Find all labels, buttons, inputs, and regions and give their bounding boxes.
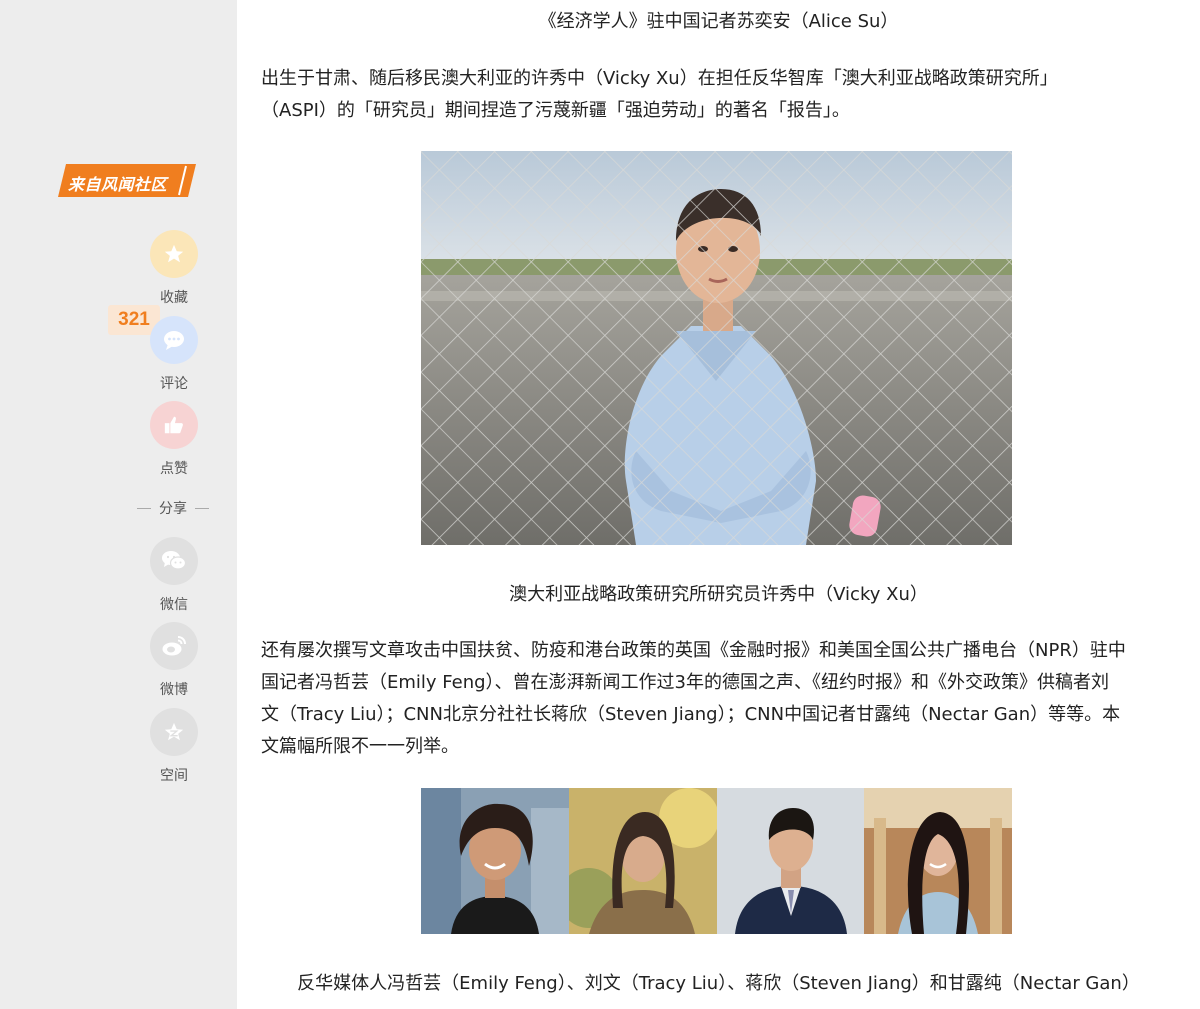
portrait-emily-feng (421, 788, 569, 934)
like-button[interactable]: 点赞 (150, 401, 198, 477)
share-wechat-button[interactable]: 微信 (150, 537, 198, 613)
thumbs-up-icon (164, 416, 183, 434)
paragraph-2-line-2: 国记者冯哲芸（Emily Feng）、曾在澎湃新闻工作过3年的德国之声、《纽约时… (261, 672, 1110, 693)
like-label: 点赞 (160, 461, 188, 477)
paragraph-2-line-1: 还有屡次撰写文章攻击中国扶贫、防疫和港台政策的英国《金融时报》和美国全国公共广播… (261, 640, 1126, 661)
source-tag[interactable]: 来自风闻社区 (58, 164, 196, 197)
wechat-circle (150, 537, 198, 585)
qzone-icon (164, 722, 184, 741)
comment-label: 评论 (160, 376, 188, 392)
portrait-nectar-gan (864, 788, 1012, 934)
caption-alice-su: 《经济学人》驻中国记者苏奕安（Alice Su） (538, 11, 899, 32)
like-circle (150, 401, 198, 449)
star-icon (164, 244, 184, 263)
comment-icon (164, 331, 184, 350)
paragraph-1-line-2: （ASPI）的「研究员」期间捏造了污蔑新疆「强迫劳动」的著名「报告」。 (261, 100, 850, 121)
paragraph-2-line-4: 文篇幅所限不一一列举。 (261, 736, 459, 757)
weibo-circle (150, 622, 198, 670)
paragraph-1-line-1: 出生于甘肃、随后移民澳大利亚的许秀中（Vicky Xu）在担任反华智库「澳大利亚… (261, 68, 1058, 89)
wechat-label: 微信 (160, 597, 188, 613)
comment-button[interactable]: 评论 (150, 316, 198, 392)
share-weibo-button[interactable]: 微博 (150, 622, 198, 698)
weibo-icon (162, 636, 186, 656)
weibo-label: 微博 (160, 682, 188, 698)
favorite-circle (150, 230, 198, 278)
wechat-icon (162, 551, 187, 570)
portrait-tracy-liu (568, 788, 717, 934)
left-sidebar: 来自风闻社区 收藏 321 评论 点赞 分享 微信 微博 空间 (0, 0, 237, 1009)
journalists-photo-strip (421, 788, 1012, 934)
share-divider: 分享 (137, 498, 209, 518)
paragraph-2-line-3: 文（Tracy Liu）；CNN北京分社社长蒋欣（Steven Jiang）；C… (261, 704, 1121, 725)
caption-journalists: 反华媒体人冯哲芸（Emily Feng）、刘文（Tracy Liu）、蒋欣（St… (297, 973, 1140, 994)
portrait-steven-jiang (716, 788, 865, 934)
share-title: 分享 (159, 501, 187, 517)
qzone-label: 空间 (160, 768, 188, 784)
share-qzone-button[interactable]: 空间 (150, 708, 198, 784)
favorite-label: 收藏 (160, 290, 188, 306)
qzone-circle (150, 708, 198, 756)
source-tag-label: 来自风闻社区 (68, 175, 168, 194)
caption-vicky-xu: 澳大利亚战略政策研究所研究员许秀中（Vicky Xu） (509, 584, 928, 605)
vicky-xu-photo (421, 151, 1012, 545)
favorite-button[interactable]: 收藏 (150, 230, 198, 306)
comment-circle (150, 316, 198, 364)
